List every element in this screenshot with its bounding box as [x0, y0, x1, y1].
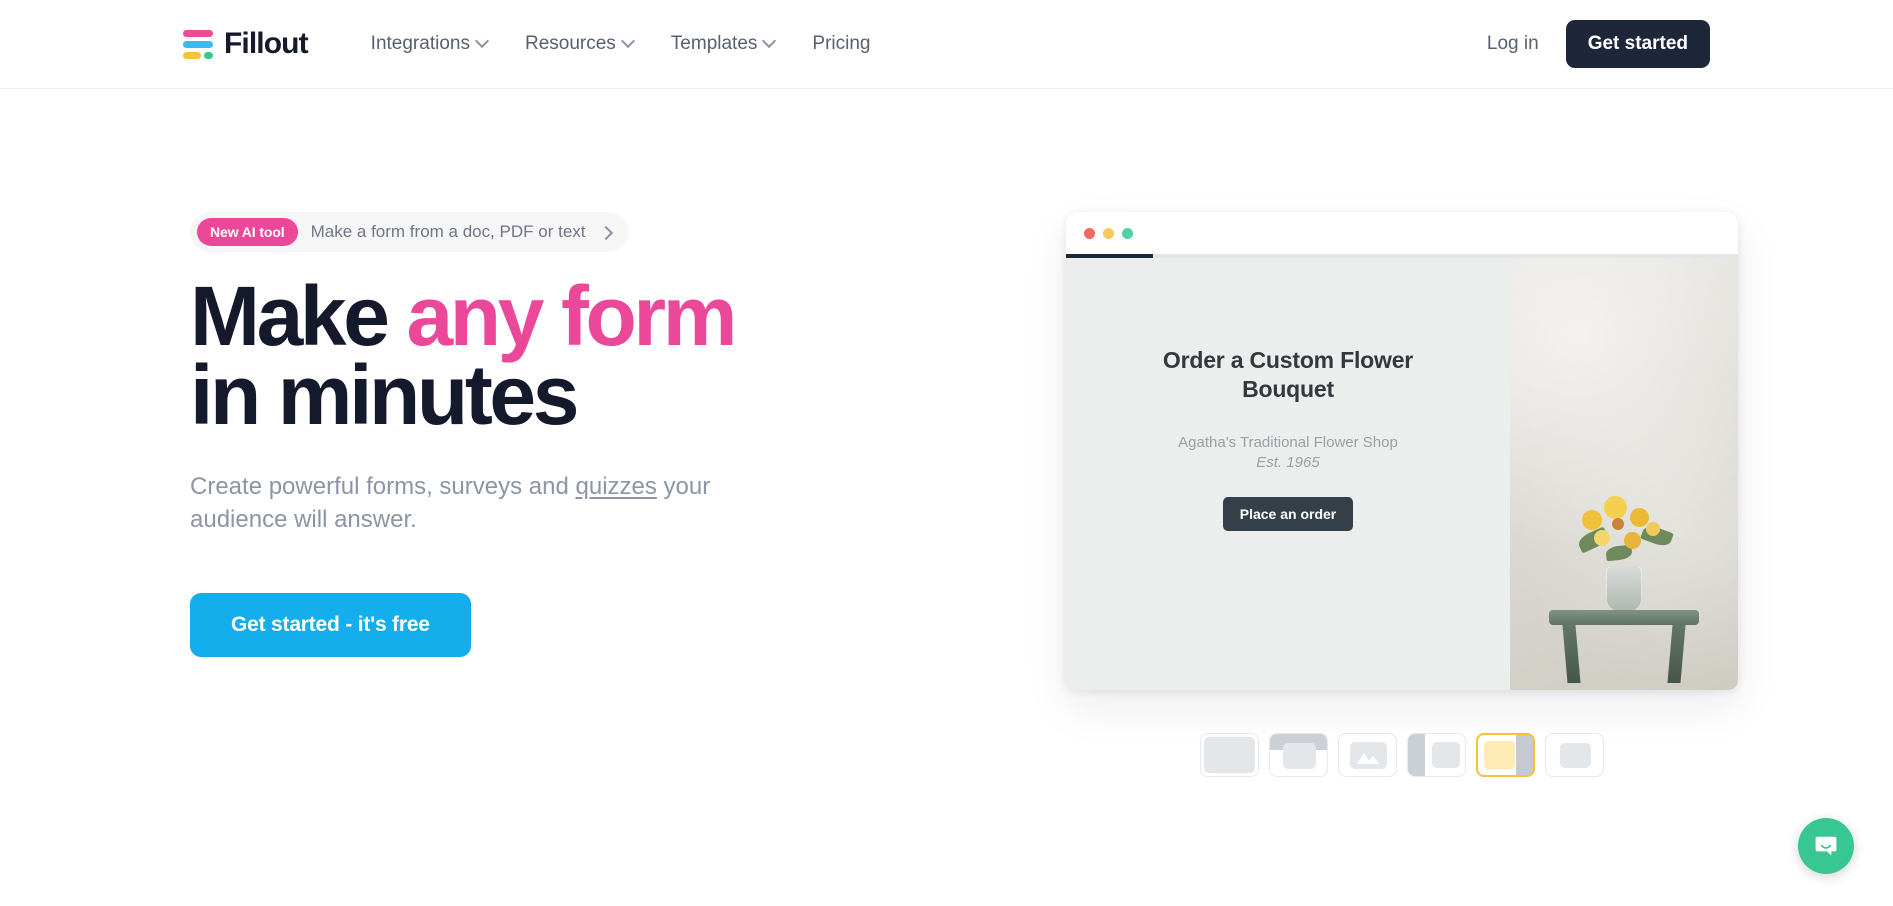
form-title: Order a Custom Flower Bouquet — [1162, 347, 1414, 403]
layout-thumbnail-centered-card[interactable] — [1545, 733, 1604, 777]
shop-name-text: Agatha's Traditional Flower Shop — [1178, 433, 1398, 451]
layout-thumbnail-selector — [1066, 733, 1738, 777]
nav-item-integrations[interactable]: Integrations — [353, 23, 507, 65]
chevron-down-icon — [477, 36, 489, 48]
hero-section: New AI tool Make a form from a doc, PDF … — [0, 89, 1893, 777]
nav-label-resources: Resources — [524, 33, 616, 54]
nav-item-resources[interactable]: Resources — [507, 23, 653, 65]
new-ai-tool-text: Make a form from a doc, PDF or text — [310, 222, 586, 241]
fillout-logo-icon — [183, 28, 213, 60]
nav-item-pricing[interactable]: Pricing — [794, 23, 888, 65]
login-link[interactable]: Log in — [1487, 33, 1539, 55]
nav-label-templates: Templates — [670, 33, 758, 54]
nav-label-pricing: Pricing — [812, 33, 871, 54]
chat-launcher-button[interactable] — [1798, 818, 1854, 874]
layout-thumbnail-right-image[interactable] — [1476, 733, 1535, 777]
browser-mockup: Order a Custom Flower Bouquet Agatha's T… — [1066, 212, 1738, 690]
page-title: Make any form in minutes — [190, 274, 890, 437]
hero-copy: New AI tool Make a form from a doc, PDF … — [190, 212, 890, 777]
hero-subheading: Create powerful forms, surveys and quizz… — [190, 470, 750, 536]
place-an-order-button[interactable]: Place an order — [1222, 497, 1354, 532]
layout-thumbnail-image[interactable] — [1338, 733, 1397, 777]
window-close-dot-icon — [1084, 227, 1095, 239]
main-navigation: Integrations Resources Templates Pricing — [353, 23, 889, 65]
form-content-pane: Order a Custom Flower Bouquet Agatha's T… — [1066, 258, 1510, 690]
chat-bubble-icon — [1815, 836, 1837, 856]
form-shop-name: Agatha's Traditional Flower Shop Est. 19… — [1178, 433, 1398, 474]
brand-logo-link[interactable]: Fillout — [183, 27, 309, 61]
get-started-button[interactable]: Get started — [1565, 20, 1710, 68]
new-ai-tool-badge: New AI tool — [197, 218, 298, 246]
shop-established-text: Est. 1965 — [1256, 454, 1320, 472]
chevron-down-icon — [623, 36, 635, 48]
headline-part-2: in minutes — [190, 347, 579, 442]
layout-thumbnail-header-card[interactable] — [1269, 733, 1328, 777]
chevron-down-icon — [764, 36, 776, 48]
hero-cta-button[interactable]: Get started - it's free — [190, 593, 471, 658]
header-actions: Log in Get started — [1487, 20, 1710, 68]
nav-label-integrations: Integrations — [370, 33, 470, 54]
stool-illustration — [1549, 610, 1699, 684]
subhead-before: Create powerful forms, surveys and — [190, 472, 576, 500]
flower-bouquet-illustration — [1572, 488, 1676, 574]
form-preview: Order a Custom Flower Bouquet Agatha's T… — [1066, 258, 1738, 690]
brand-name: Fillout — [224, 27, 309, 60]
layout-thumbnail-blank[interactable] — [1200, 733, 1259, 777]
new-ai-tool-banner[interactable]: New AI tool Make a form from a doc, PDF … — [190, 212, 628, 252]
window-minimize-dot-icon — [1103, 227, 1114, 239]
hero-preview: Order a Custom Flower Bouquet Agatha's T… — [1066, 212, 1741, 777]
form-hero-image — [1510, 258, 1738, 690]
quizzes-link[interactable]: quizzes — [576, 473, 657, 500]
layout-thumbnail-left-image[interactable] — [1407, 733, 1466, 777]
site-header: Fillout Integrations Resources Templates… — [0, 0, 1893, 89]
vase-illustration — [1606, 566, 1642, 612]
browser-title-bar — [1066, 212, 1738, 254]
window-maximize-dot-icon — [1122, 227, 1133, 239]
chevron-right-icon — [601, 227, 612, 238]
nav-item-templates[interactable]: Templates — [653, 23, 795, 65]
